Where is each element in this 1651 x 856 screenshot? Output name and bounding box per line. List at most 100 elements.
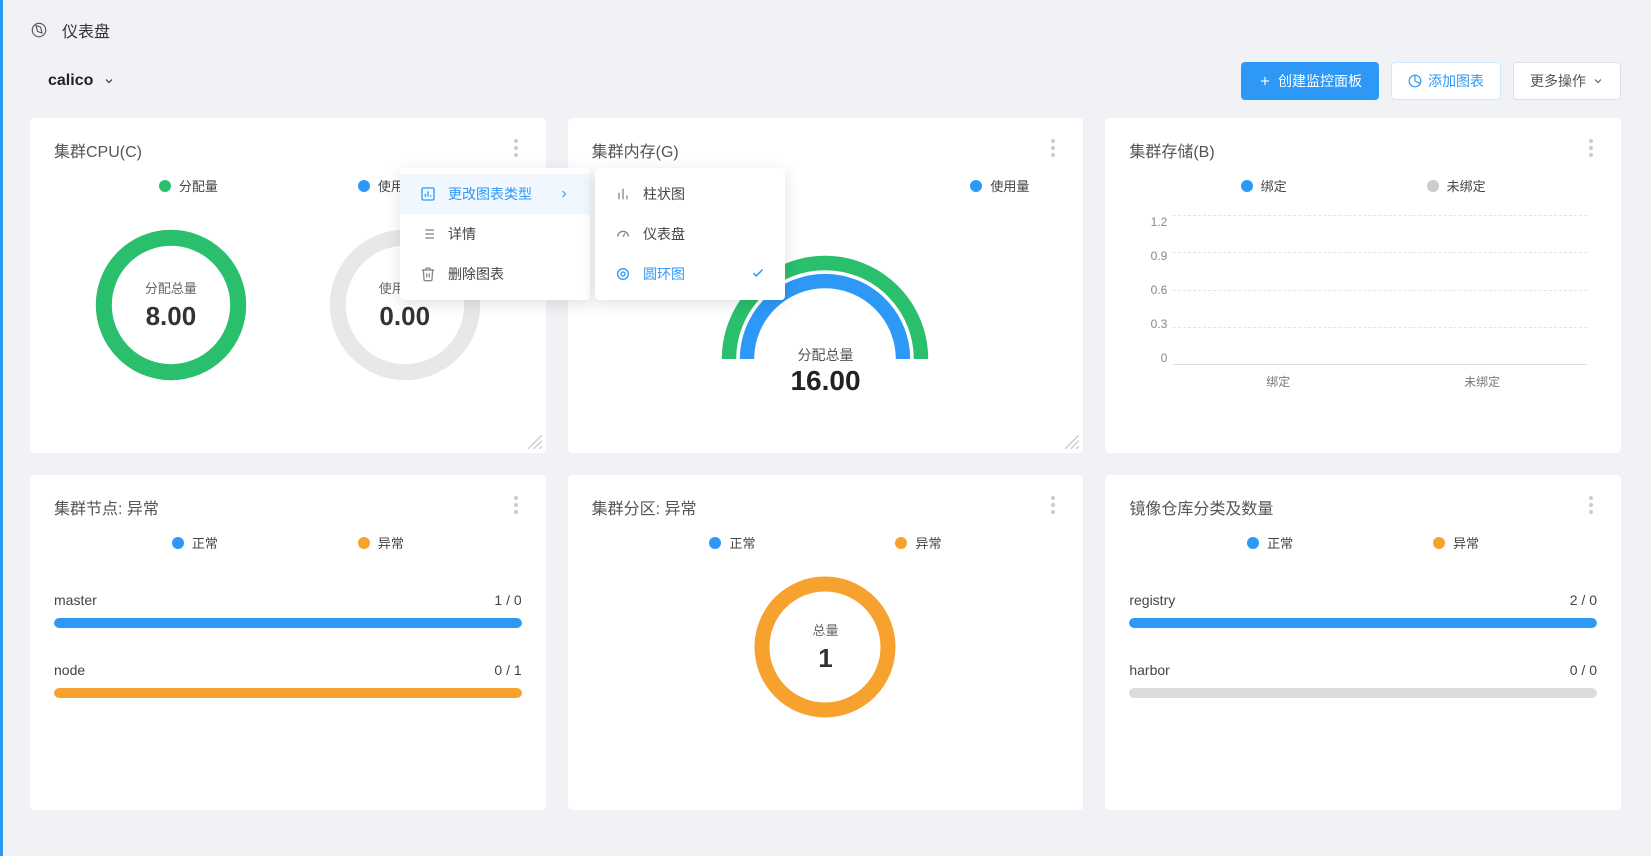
y-tick: 1.2 <box>1139 215 1167 229</box>
page-accent-bar <box>0 0 3 856</box>
panel-title: 集群CPU(C) <box>54 138 522 162</box>
menu-item-details[interactable]: 详情 <box>400 214 590 254</box>
legend-item-abnormal: 异常 <box>895 533 941 552</box>
legend-item-alloc: 分配量 <box>159 176 218 195</box>
progress-list: registry 2 / 0 harbor 0 / 0 <box>1129 592 1597 698</box>
submenu-item-gauge[interactable]: 仪表盘 <box>595 214 785 254</box>
panel-more-button[interactable] <box>1043 138 1063 158</box>
page-title: 仪表盘 <box>62 18 110 42</box>
dot-icon <box>709 537 721 549</box>
add-chart-button[interactable]: 添加图表 <box>1391 62 1501 100</box>
panel-nodes: 集群节点: 异常 正常 异常 master 1 / 0 node 0 / 1 <box>30 475 546 810</box>
dot-icon <box>1247 537 1259 549</box>
chart-type-icon <box>420 186 436 202</box>
legend-item-normal: 正常 <box>1247 533 1293 552</box>
panel-title: 集群存储(B) <box>1129 138 1597 162</box>
legend: 绑定 未绑定 <box>1129 176 1597 195</box>
bar-chart-icon <box>615 186 631 202</box>
trash-icon <box>420 266 436 282</box>
pie-chart-icon <box>1408 74 1422 88</box>
chevron-down-icon <box>1592 75 1604 87</box>
progress-item: node 0 / 1 <box>54 662 522 698</box>
resize-handle-icon[interactable] <box>1065 435 1079 449</box>
panel-more-button[interactable] <box>506 495 526 515</box>
compass-icon <box>30 21 48 39</box>
create-panel-button[interactable]: 创建监控面板 <box>1241 62 1379 100</box>
chevron-down-icon <box>103 75 115 87</box>
y-tick: 0.3 <box>1139 317 1167 331</box>
dot-icon <box>358 537 370 549</box>
check-icon <box>751 266 765 283</box>
resize-handle-icon[interactable] <box>528 435 542 449</box>
legend-item-abnormal: 异常 <box>1433 533 1479 552</box>
panel-more-button[interactable] <box>1581 138 1601 158</box>
panel-title: 集群节点: 异常 <box>54 495 522 519</box>
panel-more-button[interactable] <box>506 138 526 158</box>
dot-icon <box>970 180 982 192</box>
progress-value: 2 / 0 <box>1570 592 1597 608</box>
submenu-item-bar[interactable]: 柱状图 <box>595 174 785 214</box>
menu-item-delete[interactable]: 删除图表 <box>400 254 590 294</box>
progress-value: 0 / 1 <box>494 662 521 678</box>
plus-icon <box>1258 74 1272 88</box>
list-icon <box>420 226 436 242</box>
dot-icon <box>895 537 907 549</box>
ring-gauge: 总量1 <box>592 572 1060 722</box>
legend-item-usage: 使用量 <box>970 176 1029 195</box>
legend: 正常 异常 <box>1129 533 1597 552</box>
create-panel-label: 创建监控面板 <box>1278 71 1362 91</box>
dot-icon <box>358 180 370 192</box>
legend-item-abnormal: 异常 <box>358 533 404 552</box>
dot-icon <box>1241 180 1253 192</box>
progress-value: 0 / 0 <box>1570 662 1597 678</box>
gauge-alloc: 分配总量8.00 <box>91 225 251 385</box>
progress-item: registry 2 / 0 <box>1129 592 1597 628</box>
dot-icon <box>1427 180 1439 192</box>
chevron-right-icon <box>558 188 570 200</box>
add-chart-label: 添加图表 <box>1428 71 1484 91</box>
progress-value: 1 / 0 <box>494 592 521 608</box>
more-actions-button[interactable]: 更多操作 <box>1513 62 1621 100</box>
panel-title: 集群内存(G) <box>592 138 1060 162</box>
menu-item-change-type[interactable]: 更改图表类型 <box>400 174 590 214</box>
panel-title: 集群分区: 异常 <box>592 495 1060 519</box>
ring-chart-icon <box>615 266 631 282</box>
page-header: 仪表盘 <box>0 0 1651 56</box>
panel-more-button[interactable] <box>1581 495 1601 515</box>
dashboard-name-text: calico <box>48 72 93 90</box>
legend-item-normal: 正常 <box>172 533 218 552</box>
more-actions-label: 更多操作 <box>1530 71 1586 91</box>
panel-more-button[interactable] <box>1043 495 1063 515</box>
toolbar: calico 创建监控面板 添加图表 更多操作 <box>0 56 1651 118</box>
progress-item: master 1 / 0 <box>54 592 522 628</box>
panel-cpu: 集群CPU(C) 分配量 使用量 分配总量8.00 使用总量0.00 <box>30 118 546 453</box>
legend: 正常 异常 <box>54 533 522 552</box>
legend-item-normal: 正常 <box>709 533 755 552</box>
dot-icon <box>172 537 184 549</box>
progress-item: harbor 0 / 0 <box>1129 662 1597 698</box>
progress-fill <box>54 688 522 698</box>
dashboard-selector[interactable]: calico <box>48 72 115 90</box>
progress-name: harbor <box>1129 662 1169 678</box>
dot-icon <box>1433 537 1445 549</box>
bar-chart: 1.2 0.9 0.6 0.3 0 绑定 未绑定 <box>1129 215 1597 390</box>
progress-fill <box>1129 618 1597 628</box>
progress-name: node <box>54 662 85 678</box>
panel-context-menu: 更改图表类型 详情 删除图表 柱状图 <box>400 168 590 300</box>
progress-name: registry <box>1129 592 1175 608</box>
panel-title: 镜像仓库分类及数量 <box>1129 495 1597 519</box>
progress-list: master 1 / 0 node 0 / 1 <box>54 592 522 698</box>
chart-type-submenu: 柱状图 仪表盘 圆环图 <box>595 168 785 300</box>
legend-item-bound: 绑定 <box>1241 176 1287 195</box>
x-label: 绑定 <box>1266 373 1290 390</box>
progress-fill <box>54 618 522 628</box>
panel-registry: 镜像仓库分类及数量 正常 异常 registry 2 / 0 harbor 0 / … <box>1105 475 1621 810</box>
panel-grid: 集群CPU(C) 分配量 使用量 分配总量8.00 使用总量0.00 <box>0 118 1651 840</box>
legend: 正常 异常 <box>592 533 1060 552</box>
y-tick: 0 <box>1139 351 1167 365</box>
submenu-item-ring[interactable]: 圆环图 <box>595 254 785 294</box>
progress-name: master <box>54 592 97 608</box>
progress-fill <box>1129 688 1597 698</box>
gauge-icon <box>615 226 631 242</box>
panel-storage: 集群存储(B) 绑定 未绑定 1.2 0.9 0.6 0.3 0 <box>1105 118 1621 453</box>
